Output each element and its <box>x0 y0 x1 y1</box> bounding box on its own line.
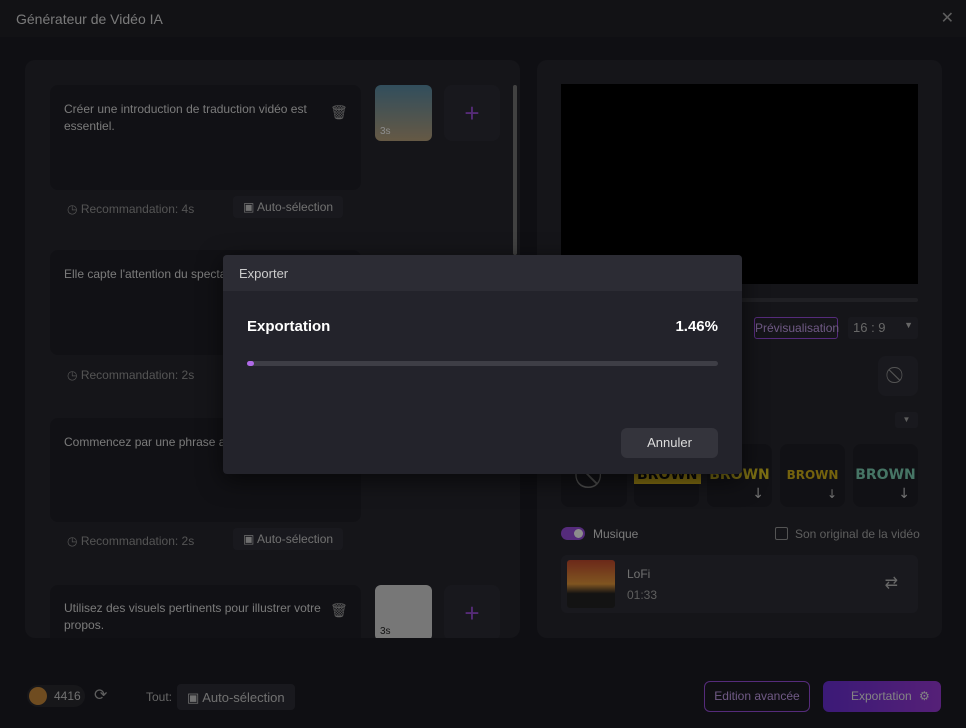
scene-text-1[interactable]: Créer une introduction de traduction vid… <box>50 85 361 190</box>
scene-thumbnail[interactable]: 3s <box>375 85 432 141</box>
trash-icon[interactable]: 🗑 <box>330 602 348 619</box>
close-icon[interactable]: ✕ <box>941 8 954 28</box>
scene-text: Utilisez des visuels pertinents pour ill… <box>64 601 321 632</box>
duration-label: 3s <box>380 626 391 637</box>
scene-thumbnail[interactable]: 3s <box>375 585 432 638</box>
ratio-value: 16 : 9 <box>853 320 886 335</box>
chevron-down-icon: ▼ <box>904 320 913 330</box>
recommendation: ◷ Recommandation: 2s <box>67 368 194 382</box>
recommendation: ◷ Recommandation: 2s <box>67 534 194 548</box>
auto-select-all-button[interactable]: ▣ Auto-sélection <box>177 684 295 710</box>
scene-text-4[interactable]: Utilisez des visuels pertinents pour ill… <box>50 585 361 638</box>
original-sound-checkbox[interactable] <box>775 527 788 540</box>
progress-fill <box>247 361 254 366</box>
all-label: Tout: <box>146 690 173 704</box>
recommendation-text: Recommandation: 2s <box>80 368 195 382</box>
credits-badge: 4416 <box>27 685 85 707</box>
export-label: Exportation <box>851 689 912 703</box>
scene-text: Créer une introduction de traduction vid… <box>64 102 307 133</box>
track-cover <box>567 560 615 608</box>
window-title: Générateur de Vidéo IA <box>16 11 163 27</box>
image-auto-icon: ▣ <box>243 532 255 546</box>
auto-select-button[interactable]: ▣ Auto-sélection <box>233 196 344 218</box>
ratio-select[interactable]: 16 : 9 ▼ <box>848 317 918 339</box>
recommendation-text: Recommandation: 4s <box>80 202 195 216</box>
download-icon: ↓ <box>752 486 764 502</box>
ai-coin-icon <box>29 687 47 705</box>
footer: 4416 ⟳ Tout: ▣ Auto-sélection Edition av… <box>0 660 966 728</box>
no-effect-icon[interactable]: ⃠ <box>878 356 918 396</box>
style-tile[interactable]: BROWN ↓ <box>780 444 845 507</box>
gear-icon: ⚙ <box>919 689 930 703</box>
auto-select-label: Auto-sélection <box>202 690 285 705</box>
auto-select-label: Auto-sélection <box>257 532 334 546</box>
scene-text: Elle capte l'attention du spectateur <box>64 267 248 281</box>
add-media-button[interactable]: + <box>444 85 500 141</box>
clock-icon: ◷ <box>67 202 78 216</box>
clock-icon: ◷ <box>67 534 78 548</box>
export-percent: 1.46% <box>675 318 718 335</box>
music-track-card[interactable]: LoFi 01:33 ⇄ <box>561 555 918 613</box>
toggle-knob <box>574 529 583 538</box>
credits-count: 4416 <box>54 689 81 703</box>
clock-icon: ◷ <box>67 368 78 382</box>
recommendation: ◷ Recommandation: 4s <box>67 202 194 216</box>
image-auto-icon: ▣ <box>243 200 255 214</box>
swap-icon[interactable]: ⇄ <box>885 573 898 593</box>
auto-select-button[interactable]: ▣ Auto-sélection <box>233 528 344 550</box>
advanced-edit-button[interactable]: Edition avancée <box>704 681 810 712</box>
track-name: LoFi <box>627 567 651 581</box>
duration-label: 3s <box>380 126 391 137</box>
image-auto-icon: ▣ <box>187 690 200 705</box>
progress-bar <box>247 361 718 366</box>
trash-icon[interactable]: 🗑 <box>330 104 348 121</box>
export-dialog: Exporter Exportation 1.46% Annuler <box>223 255 742 474</box>
export-label: Exportation <box>247 318 331 335</box>
cancel-button[interactable]: Annuler <box>621 428 718 458</box>
original-sound-label: Son original de la vidéo <box>795 527 920 541</box>
preview-button[interactable]: Prévisualisation <box>754 317 839 339</box>
track-duration: 01:33 <box>627 588 658 602</box>
music-label: Musique <box>593 527 639 541</box>
recommendation-text: Recommandation: 2s <box>80 534 195 548</box>
scrollbar[interactable] <box>513 85 517 255</box>
auto-select-label: Auto-sélection <box>257 200 334 214</box>
style-tile[interactable]: BROWN ↓ <box>853 444 918 507</box>
chevron-down-icon[interactable]: ▼ <box>895 412 918 428</box>
export-button[interactable]: Exportation ⚙ <box>823 681 941 712</box>
download-icon: ↓ <box>826 487 837 501</box>
download-icon: ↓ <box>898 486 910 502</box>
video-preview <box>561 84 918 284</box>
dialog-title: Exporter <box>223 255 742 291</box>
refresh-icon[interactable]: ⟳ <box>94 685 107 705</box>
add-media-button[interactable]: + <box>444 585 500 638</box>
music-toggle[interactable] <box>561 527 585 540</box>
